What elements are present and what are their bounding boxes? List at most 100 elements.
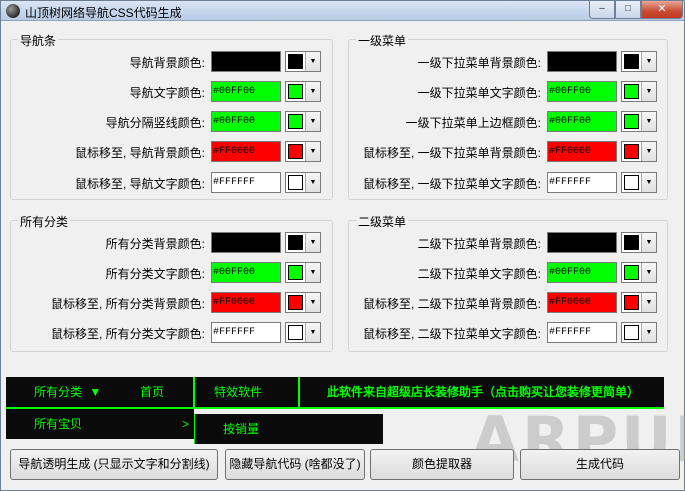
chevron-down-icon[interactable]: ▼ <box>641 263 656 282</box>
nav-color-dropdown[interactable]: ▼ <box>285 51 321 72</box>
chevron-down-icon[interactable]: ▼ <box>305 263 320 282</box>
maximize-button[interactable]: □ <box>615 1 641 19</box>
menu1-color-dropdown[interactable]: ▼ <box>621 172 657 193</box>
cat-row-label: 所有分类文字颜色: <box>105 267 205 281</box>
menu2-row-label: 鼠标移至, 二级下拉菜单背景颜色: <box>362 297 541 311</box>
close-button[interactable]: ✕ <box>641 1 683 19</box>
color-swatch <box>624 235 639 250</box>
menu2-group-title: 二级菜单 <box>356 213 409 230</box>
color-swatch <box>288 84 303 99</box>
title-bar: 山顶树网络导航CSS代码生成 – □ ✕ <box>1 1 684 21</box>
window-title: 山顶树网络导航CSS代码生成 <box>25 6 182 20</box>
color-swatch <box>624 175 639 190</box>
color-swatch <box>288 114 303 129</box>
menu1-color-value-input[interactable] <box>547 51 617 72</box>
menu2-color-value-input[interactable]: #00FF00 <box>547 262 617 283</box>
menu2-color-dropdown[interactable]: ▼ <box>621 262 657 283</box>
cat-color-dropdown[interactable]: ▼ <box>285 262 321 283</box>
nav-color-value-input[interactable] <box>211 51 281 72</box>
cat-color-dropdown[interactable]: ▼ <box>285 292 321 313</box>
app-icon <box>6 4 20 18</box>
chevron-down-icon[interactable]: ▼ <box>305 142 320 161</box>
menu2-color-value-input[interactable]: #FF0000 <box>547 292 617 313</box>
color-swatch <box>624 84 639 99</box>
nav-color-value-input[interactable]: #FFFFFF <box>211 172 281 193</box>
preview-divider <box>193 377 195 407</box>
nav-row-label: 导航文字颜色: <box>129 86 205 100</box>
menu1-color-value-input[interactable]: #FF0000 <box>547 141 617 162</box>
nav-row-label: 鼠标移至, 导航背景颜色: <box>74 146 205 160</box>
preview-special[interactable]: 特效软件 <box>214 377 262 407</box>
nav-color-dropdown[interactable]: ▼ <box>285 172 321 193</box>
generate-code-button[interactable]: 生成代码 <box>520 449 680 480</box>
menu2-row-label: 二级下拉菜单背景颜色: <box>417 237 541 251</box>
menu2-color-dropdown[interactable]: ▼ <box>621 322 657 343</box>
menu1-color-value-input[interactable]: #FFFFFF <box>547 172 617 193</box>
chevron-down-icon[interactable]: ▼ <box>641 233 656 252</box>
color-swatch <box>624 325 639 340</box>
chevron-down-icon[interactable]: ▼ <box>641 293 656 312</box>
chevron-down-icon[interactable]: ▼ <box>305 82 320 101</box>
menu1-color-dropdown[interactable]: ▼ <box>621 81 657 102</box>
chevron-down-icon[interactable]: ▼ <box>305 323 320 342</box>
preview-submenu-item: 所有宝贝 <box>34 417 83 431</box>
cat-group-title: 所有分类 <box>18 213 71 230</box>
menu1-color-value-input[interactable]: #00FF00 <box>547 81 617 102</box>
nav-color-value-input[interactable]: #00FF00 <box>211 111 281 132</box>
menu1-row-label: 鼠标移至, 一级下拉菜单背景颜色: <box>362 146 541 160</box>
chevron-down-icon[interactable]: ▼ <box>305 112 320 131</box>
color-picker-button[interactable]: 颜色提取器 <box>370 449 514 480</box>
chevron-down-icon[interactable]: ▼ <box>305 52 320 71</box>
cat-color-value-input[interactable]: #FF0000 <box>211 292 281 313</box>
menu1-row-label: 鼠标移至, 一级下拉菜单文字颜色: <box>362 177 541 191</box>
chevron-down-icon[interactable]: ▼ <box>305 293 320 312</box>
preview-navbar: 所有分类 ▼ 首页 特效软件 此软件来自超级店长装修助手（点击购买让您装修更简单… <box>6 377 664 409</box>
chevron-down-icon[interactable]: ▼ <box>305 233 320 252</box>
menu1-color-dropdown[interactable]: ▼ <box>621 111 657 132</box>
nav-group-title: 导航条 <box>18 32 59 49</box>
menu2-color-value-input[interactable] <box>547 232 617 253</box>
menu1-color-value-input[interactable]: #00FF00 <box>547 111 617 132</box>
nav-color-dropdown[interactable]: ▼ <box>285 111 321 132</box>
transparent-generate-button[interactable]: 导航透明生成 (只显示文字和分割线) <box>10 449 218 480</box>
minimize-button[interactable]: – <box>589 1 615 19</box>
chevron-down-icon[interactable]: ▼ <box>641 82 656 101</box>
cat-color-dropdown[interactable]: ▼ <box>285 322 321 343</box>
menu2-color-dropdown[interactable]: ▼ <box>621 232 657 253</box>
menu2-row-label: 鼠标移至, 二级下拉菜单文字颜色: <box>362 327 541 341</box>
preview-all-categories[interactable]: 所有分类 ▼ <box>34 377 101 407</box>
nav-color-value-input[interactable]: #FF0000 <box>211 141 281 162</box>
hide-nav-button[interactable]: 隐藏导航代码 (啥都没了) <box>225 449 365 480</box>
menu2-color-value-input[interactable]: #FFFFFF <box>547 322 617 343</box>
cat-color-value-input[interactable] <box>211 232 281 253</box>
chevron-down-icon[interactable]: ▼ <box>641 52 656 71</box>
nav-color-dropdown[interactable]: ▼ <box>285 141 321 162</box>
nav-color-dropdown[interactable]: ▼ <box>285 81 321 102</box>
nav-color-value-input[interactable]: #00FF00 <box>211 81 281 102</box>
menu1-row-label: 一级下拉菜单上边框颜色: <box>405 116 541 130</box>
menu1-color-dropdown[interactable]: ▼ <box>621 141 657 162</box>
cat-color-dropdown[interactable]: ▼ <box>285 232 321 253</box>
chevron-down-icon[interactable]: ▼ <box>641 112 656 131</box>
chevron-right-icon: > <box>182 417 190 431</box>
preview-submenu-level1[interactable]: 所有宝贝 > <box>6 409 194 439</box>
chevron-down-icon[interactable]: ▼ <box>641 323 656 342</box>
color-swatch <box>624 265 639 280</box>
menu1-color-dropdown[interactable]: ▼ <box>621 51 657 72</box>
preview-submenu-level2[interactable]: 按销量 <box>194 414 383 444</box>
chevron-down-icon[interactable]: ▼ <box>641 173 656 192</box>
cat-color-value-input[interactable]: #FFFFFF <box>211 322 281 343</box>
chevron-down-icon[interactable]: ▼ <box>305 173 320 192</box>
color-swatch <box>288 325 303 340</box>
menu1-row-label: 一级下拉菜单文字颜色: <box>417 86 541 100</box>
preview-info-link[interactable]: 此软件来自超级店长装修助手（点击购买让您装修更简单） <box>302 377 664 407</box>
menu2-color-dropdown[interactable]: ▼ <box>621 292 657 313</box>
cat-row-label: 所有分类背景颜色: <box>105 237 205 251</box>
nav-row-label: 导航背景颜色: <box>129 56 205 70</box>
menu1-group-title: 一级菜单 <box>356 32 409 49</box>
color-swatch <box>288 175 303 190</box>
preview-home[interactable]: 首页 <box>140 377 164 407</box>
menu1-row-label: 一级下拉菜单背景颜色: <box>417 56 541 70</box>
chevron-down-icon[interactable]: ▼ <box>641 142 656 161</box>
cat-color-value-input[interactable]: #00FF00 <box>211 262 281 283</box>
